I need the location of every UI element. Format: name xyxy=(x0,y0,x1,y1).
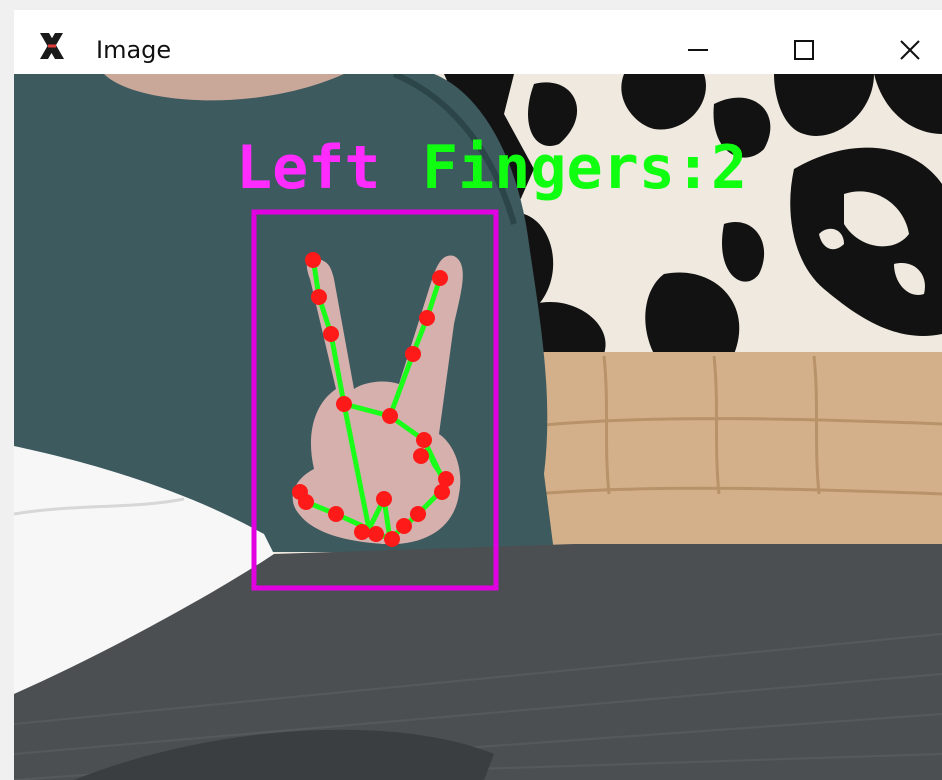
image-window: Image Left Fingers:2 xyxy=(0,0,942,780)
maximize-icon xyxy=(794,40,814,60)
close-icon xyxy=(900,40,920,60)
handedness-label: Left xyxy=(236,133,381,203)
x-window-icon xyxy=(36,30,68,62)
close-button[interactable] xyxy=(890,30,930,70)
minimize-button[interactable] xyxy=(678,30,718,70)
sofa xyxy=(534,352,942,552)
fingers-count-label: Fingers:2 xyxy=(422,133,747,203)
maximize-button[interactable] xyxy=(784,30,824,70)
camera-frame: Left Fingers:2 xyxy=(14,74,942,780)
window-title: Image xyxy=(96,36,172,64)
title-bar[interactable]: Image xyxy=(14,10,942,74)
minimize-icon xyxy=(688,49,708,51)
